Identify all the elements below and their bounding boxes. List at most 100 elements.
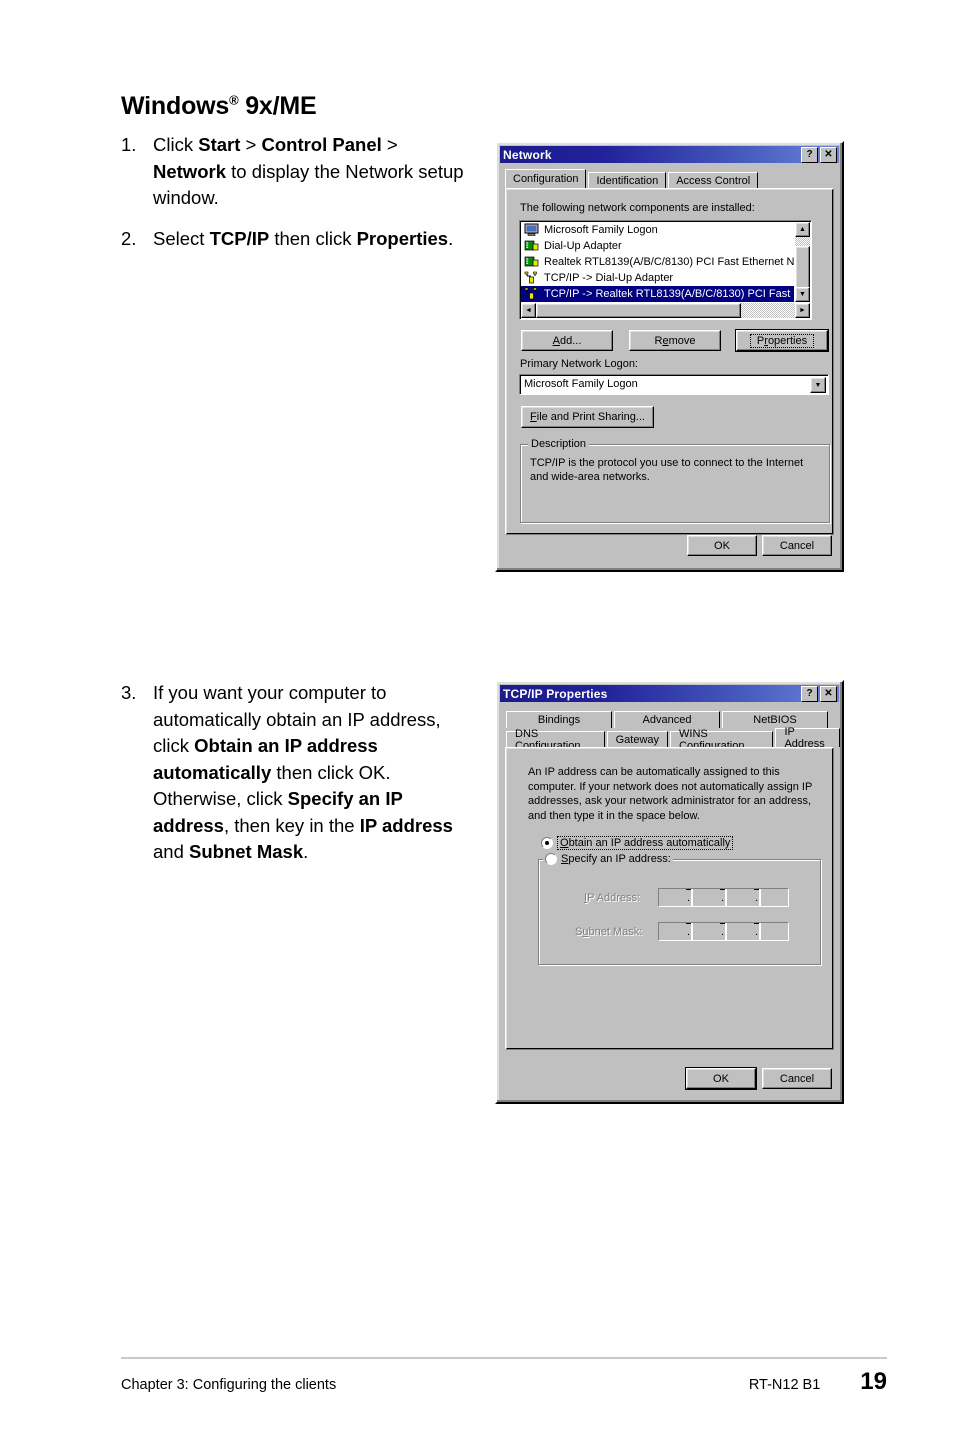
step-text-run: > xyxy=(381,134,398,155)
subnet-octet-3[interactable] xyxy=(727,923,754,940)
subnet-octet-4[interactable] xyxy=(761,923,788,940)
list-item-label: TCP/IP -> Dial-Up Adapter xyxy=(544,272,674,284)
ip-address-octets: . . . xyxy=(659,889,788,906)
scroll-right-arrow-icon[interactable]: ► xyxy=(795,303,810,318)
listbox-vertical-scrollbar[interactable]: ▲ ▼ xyxy=(795,222,810,302)
network-dialog: Network ? ✕ Configuration Identification… xyxy=(495,141,844,572)
tab-identification-label: Identification xyxy=(596,175,659,187)
step-text-run: Select xyxy=(153,227,210,249)
tcpip-ok-button[interactable]: OK xyxy=(686,1068,756,1089)
network-tabs: Configuration Identification Access Cont… xyxy=(497,169,842,189)
properties-button-label: Properties xyxy=(749,333,815,348)
tab-configuration[interactable]: Configuration xyxy=(505,169,587,188)
computer-icon xyxy=(524,223,540,237)
tcpip-ok-label: OK xyxy=(713,1072,729,1085)
page-number: 19 xyxy=(860,1368,887,1395)
tab-advanced[interactable]: Advanced xyxy=(614,711,720,728)
scroll-up-arrow-icon[interactable]: ▲ xyxy=(795,222,810,237)
file-print-sharing-button[interactable]: File and Print Sharing... xyxy=(521,406,654,428)
ip-octet-1[interactable] xyxy=(659,889,686,906)
list-item-label: TCP/IP -> Realtek RTL8139(A/B/C/8130) PC… xyxy=(544,288,794,300)
tcpip-tabs-row2: DNS Configuration Gateway WINS Configura… xyxy=(497,726,842,752)
help-icon[interactable]: ? xyxy=(801,146,818,163)
instruction-step: 2. Select TCP/IP then click Properties. xyxy=(121,226,466,253)
list-item-label: Dial-Up Adapter xyxy=(544,240,622,252)
tab-ip-address[interactable]: IP Address xyxy=(775,726,840,750)
tab-advanced-label: Advanced xyxy=(642,714,692,726)
add-button[interactable]: Add... xyxy=(521,330,613,351)
radio-button-icon[interactable] xyxy=(545,853,557,865)
list-item[interactable]: Realtek RTL8139(A/B/C/8130) PCI Fast Eth… xyxy=(521,254,794,270)
subnet-octet-1[interactable] xyxy=(659,923,686,940)
ip-octet-3[interactable] xyxy=(727,889,754,906)
page-title-main: Windows xyxy=(121,92,230,120)
tcpip-tabs-row1: Bindings Advanced NetBIOS xyxy=(497,709,842,728)
ip-octet-2[interactable] xyxy=(693,889,720,906)
tab-access-control-label: Access Control xyxy=(676,175,751,187)
instruction-list-bottom: 3. If you want your computer to automatic… xyxy=(121,680,471,880)
help-icon[interactable]: ? xyxy=(801,685,818,702)
primary-logon-combobox[interactable]: Microsoft Family Logon ▼ xyxy=(519,374,829,395)
obtain-ip-automatically-label: Obtain an IP address automatically xyxy=(557,836,734,850)
tab-wins-configuration[interactable]: WINS Configuration xyxy=(670,728,774,752)
step-text-emphasis: IP address xyxy=(359,814,453,836)
components-list-label: The following network components are ins… xyxy=(520,202,755,214)
components-rows: Microsoft Family Logon Dial-Up Adapter R… xyxy=(521,222,794,304)
scrollbar-track-h[interactable] xyxy=(536,303,795,318)
ip-address-field[interactable]: . . . xyxy=(658,888,789,907)
network-ok-button[interactable]: OK xyxy=(687,535,757,556)
tab-bindings[interactable]: Bindings xyxy=(506,711,612,728)
subnet-octet-2[interactable] xyxy=(693,923,720,940)
tab-dns-configuration[interactable]: DNS Configuration xyxy=(506,728,605,752)
step-number: 3. xyxy=(121,682,137,703)
list-item-label: Microsoft Family Logon xyxy=(544,224,658,236)
listbox-horizontal-scrollbar[interactable]: ◄ ► xyxy=(521,303,810,318)
list-item[interactable]: Microsoft Family Logon xyxy=(521,222,794,238)
ip-octet-4[interactable] xyxy=(761,889,788,906)
chevron-down-icon[interactable]: ▼ xyxy=(810,377,826,393)
file-print-sharing-label: File and Print Sharing... xyxy=(530,411,645,423)
subnet-mask-field[interactable]: . . . xyxy=(658,922,789,941)
list-item-selected[interactable]: TCP/IP -> Realtek RTL8139(A/B/C/8130) PC… xyxy=(521,286,794,302)
remove-button[interactable]: Remove xyxy=(629,330,721,351)
tcpip-dialog-titlebar[interactable]: TCP/IP Properties ? ✕ xyxy=(500,685,839,702)
tcpip-cancel-label: Cancel xyxy=(779,1072,815,1085)
network-dialog-titlebar[interactable]: Network ? ✕ xyxy=(500,146,839,163)
obtain-ip-automatically-radio[interactable]: Obtain an IP address automatically xyxy=(541,836,734,850)
remove-button-label: Remove xyxy=(654,334,696,347)
list-item[interactable]: Dial-Up Adapter xyxy=(521,238,794,254)
close-icon[interactable]: ✕ xyxy=(820,685,837,702)
step-text-run: , then key in the xyxy=(223,814,360,836)
step-text-run: then click xyxy=(269,227,357,249)
primary-logon-label: Primary Network Logon: xyxy=(520,358,638,370)
tab-gateway[interactable]: Gateway xyxy=(606,731,669,748)
tab-identification[interactable]: Identification xyxy=(588,172,667,189)
description-text: TCP/IP is the protocol you use to connec… xyxy=(530,457,804,483)
scroll-down-arrow-icon[interactable]: ▼ xyxy=(795,287,810,302)
tcpip-dialog-title: TCP/IP Properties xyxy=(503,686,608,701)
scrollbar-thumb-h[interactable] xyxy=(536,303,741,318)
scrollbar-thumb[interactable] xyxy=(795,246,810,290)
primary-logon-value: Microsoft Family Logon xyxy=(524,378,638,390)
step-text-emphasis: TCP/IP xyxy=(209,227,270,249)
add-button-label: Add... xyxy=(552,334,582,347)
step-text-emphasis: Control Panel xyxy=(261,134,382,155)
page-footer: Chapter 3: Configuring the clients RT-N1… xyxy=(121,1368,887,1396)
step-text-emphasis: Properties xyxy=(356,227,449,249)
instruction-step: 3. If you want your computer to automatic… xyxy=(121,680,471,866)
list-item[interactable]: TCP/IP -> Dial-Up Adapter xyxy=(521,270,794,286)
description-caption: Description xyxy=(528,438,590,450)
tab-access-control[interactable]: Access Control xyxy=(668,172,759,189)
network-components-listbox[interactable]: Microsoft Family Logon Dial-Up Adapter R… xyxy=(519,220,812,320)
scroll-left-arrow-icon[interactable]: ◄ xyxy=(521,303,536,318)
network-tab-panel: The following network components are ins… xyxy=(505,188,834,535)
scrollbar-track[interactable] xyxy=(795,237,810,290)
network-cancel-button[interactable]: Cancel xyxy=(762,535,832,556)
step-text: If you want your computer to automatical… xyxy=(153,680,471,866)
close-icon[interactable]: ✕ xyxy=(820,146,837,163)
properties-button[interactable]: Properties xyxy=(736,330,828,351)
radio-button-icon[interactable] xyxy=(541,837,553,849)
tcpip-cancel-button[interactable]: Cancel xyxy=(762,1068,832,1089)
protocol-icon xyxy=(524,287,540,301)
specify-ip-address-radio[interactable]: Specify an IP address: xyxy=(543,853,673,865)
